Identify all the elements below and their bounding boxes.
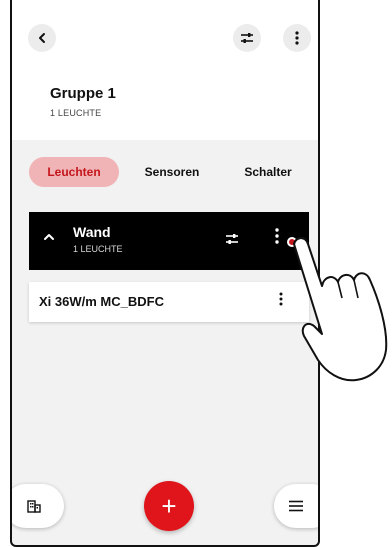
group-subtitle: 1 LEUCHTE — [73, 244, 123, 254]
chevron-up-icon — [44, 234, 54, 240]
tab-bar: Leuchten Sensoren Schalter — [12, 157, 318, 191]
more-vertical-icon — [295, 31, 299, 45]
add-button[interactable]: + — [144, 481, 194, 531]
page-title: Gruppe 1 — [50, 85, 116, 102]
header-area: Gruppe 1 1 LEUCHTE — [12, 0, 318, 140]
group-name: Wand — [73, 224, 111, 240]
sliders-icon — [226, 234, 238, 244]
chevron-left-icon — [39, 33, 45, 43]
collapse-button[interactable] — [43, 230, 55, 246]
sliders-icon — [241, 33, 253, 43]
building-icon — [27, 500, 41, 513]
menu-button[interactable] — [274, 484, 318, 528]
group-filter-button[interactable] — [225, 232, 239, 250]
more-vertical-icon — [275, 228, 279, 244]
group-more-button[interactable] — [275, 228, 279, 249]
page-subtitle: 1 LEUCHTE — [50, 108, 102, 118]
tapping-hand-icon — [293, 237, 388, 382]
more-options-button[interactable] — [283, 24, 311, 52]
tab-schalter[interactable]: Schalter — [228, 157, 308, 187]
list-item[interactable]: Xi 36W/m MC_BDFC — [29, 282, 309, 322]
tab-sensoren[interactable]: Sensoren — [132, 157, 212, 187]
tab-leuchten[interactable]: Leuchten — [29, 157, 119, 187]
group-header[interactable]: Wand 1 LEUCHTE — [29, 212, 309, 270]
back-button[interactable] — [28, 24, 56, 52]
rooms-button[interactable] — [12, 484, 64, 528]
light-name: Xi 36W/m MC_BDFC — [39, 294, 164, 309]
phone-screen: Gruppe 1 1 LEUCHTE Leuchten Sensoren Sch… — [10, 0, 320, 547]
filter-button[interactable] — [233, 24, 261, 52]
hamburger-menu-icon — [289, 500, 303, 512]
